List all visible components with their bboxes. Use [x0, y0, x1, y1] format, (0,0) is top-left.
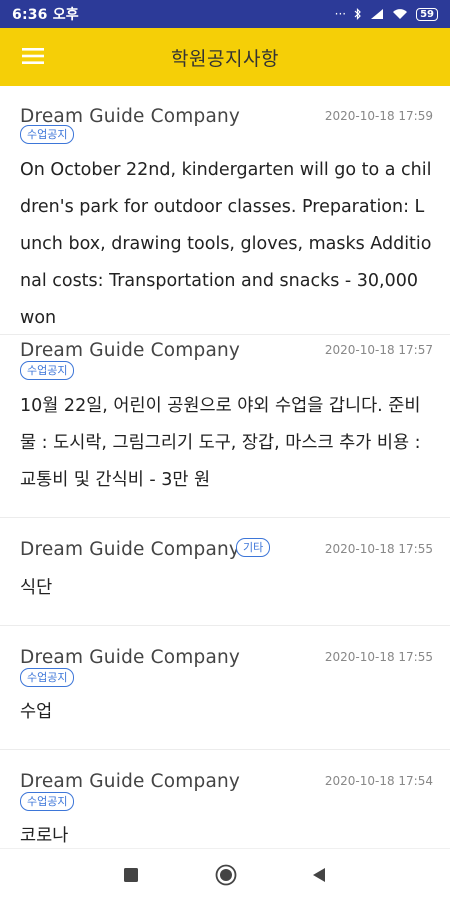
app-bar: 학원공지사항 [0, 28, 450, 86]
notice-tag: 수업공지 [20, 125, 75, 144]
status-time: 6:36 오후 [12, 7, 79, 23]
notice-datetime: 2020-10-18 17:54 [324, 774, 433, 788]
list-item[interactable]: Dream Guide Company 2020-10-18 17:57 수업공… [0, 334, 450, 518]
notice-body: On October 22nd, kindergarten will go to… [20, 160, 432, 328]
notice-tag: 기타 [236, 538, 271, 557]
notice-body: 식단 [20, 578, 53, 598]
status-icons: ··· 59 [335, 7, 438, 21]
notice-datetime: 2020-10-18 17:57 [324, 343, 433, 357]
notice-datetime: 2020-10-18 17:55 [324, 650, 433, 664]
notice-sender: Dream Guide Company [20, 340, 241, 361]
notice-list[interactable]: Dream Guide Company 2020-10-18 17:59 수업공… [0, 86, 450, 848]
notice-body: 수업 [20, 702, 53, 722]
notice-sender: Dream Guide Company [20, 106, 241, 127]
page-title: 학원공지사항 [171, 47, 279, 70]
notice-datetime: 2020-10-18 17:55 [324, 542, 433, 556]
notice-sender: Dream Guide Company [20, 771, 241, 792]
list-item[interactable]: Dream Guide Company 2020-10-18 17:59 수업공… [0, 86, 450, 335]
bluetooth-icon [354, 8, 361, 20]
notice-tag: 수업공지 [20, 361, 75, 380]
status-bar: 6:36 오후 ··· 59 [0, 0, 450, 28]
dots-icon: ··· [334, 7, 347, 21]
list-item[interactable]: Dream Guide Company 2020-10-18 17:55 수업공… [0, 625, 450, 750]
notice-tag: 수업공지 [20, 792, 75, 811]
back-icon[interactable] [307, 863, 331, 887]
notice-sender: Dream Guide Company [20, 539, 241, 560]
notice-tag: 수업공지 [20, 668, 75, 687]
list-item[interactable]: Dream Guide Company 2020-10-18 17:54 수업공… [0, 749, 450, 848]
notice-body: 코로나 [20, 826, 69, 846]
hamburger-menu-icon[interactable] [21, 44, 45, 68]
notice-sender: Dream Guide Company [20, 647, 241, 668]
system-nav-bar [0, 848, 450, 901]
notice-datetime: 2020-10-18 17:59 [324, 109, 433, 123]
recent-apps-icon[interactable] [119, 863, 143, 887]
wifi-icon [393, 9, 408, 19]
notice-body: 10월 22일, 어린이 공원으로 야외 수업을 갑니다. 준비물 : 도시락,… [20, 396, 421, 490]
list-item[interactable]: Dream Guide Company 2020-10-18 17:55 기타 … [0, 517, 450, 626]
signal-icon [371, 9, 384, 19]
home-icon[interactable] [214, 863, 238, 887]
battery-icon: 59 [416, 7, 438, 21]
